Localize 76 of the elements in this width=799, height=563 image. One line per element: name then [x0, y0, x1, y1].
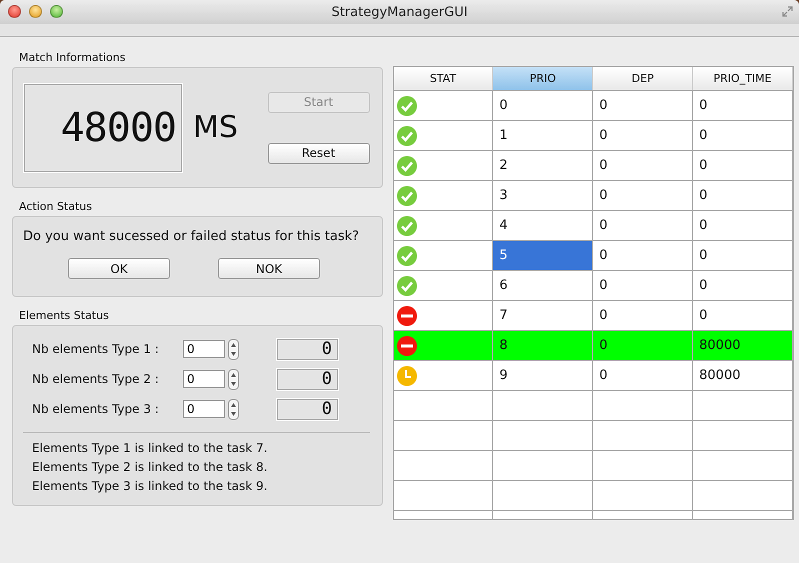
- info-text: Elements Type 3 is linked to the task 9.: [32, 478, 268, 495]
- clock-icon: [396, 364, 418, 386]
- table-row[interactable]: 9 0 80000: [394, 361, 793, 391]
- push-button[interactable]: OK: [68, 258, 170, 279]
- field-label: Nb elements Type 1 :: [32, 342, 160, 356]
- check-icon: [396, 184, 418, 206]
- table-cell: 0: [693, 271, 793, 301]
- check-icon: [396, 274, 418, 296]
- number-field[interactable]: 0: [183, 340, 225, 358]
- stop-icon: [396, 304, 418, 326]
- table-cell[interactable]: 2: [493, 151, 594, 181]
- table-cell: 0: [693, 211, 793, 241]
- table-cell: 0: [593, 361, 694, 391]
- table-row[interactable]: 0 0 0: [394, 91, 793, 121]
- group-title: Action Status: [18, 199, 93, 215]
- check-icon: [396, 244, 418, 266]
- stop-icon: [396, 334, 418, 356]
- lcd-display: 0: [276, 368, 339, 390]
- table-row[interactable]: 2 0 0: [394, 151, 793, 181]
- number-field[interactable]: 0: [183, 370, 225, 388]
- stepper-icon[interactable]: [228, 398, 239, 420]
- question-text: Do you want sucessed or failed status for this task?: [23, 229, 360, 244]
- table-cell: 0: [693, 181, 793, 211]
- table-cell[interactable]: 6: [493, 271, 594, 301]
- table-cell: 0: [593, 271, 694, 301]
- check-icon: [396, 124, 418, 146]
- stepper-icon[interactable]: [228, 368, 239, 390]
- group-title: Match Informations: [18, 50, 126, 66]
- info-text: Elements Type 1 is linked to the task 7.: [32, 440, 268, 457]
- close-button[interactable]: [8, 5, 21, 18]
- table-row[interactable]: 6 0 0: [394, 271, 793, 301]
- lcd-display: 0: [276, 398, 339, 420]
- lcd-display: 48000: [23, 82, 183, 172]
- push-button[interactable]: Reset: [268, 142, 370, 164]
- table-cell: 0: [693, 121, 793, 151]
- table-row[interactable]: 3 0 0: [394, 181, 793, 211]
- table-cell: 80000: [693, 331, 793, 361]
- table-row[interactable]: 5 0 0: [394, 241, 793, 271]
- table-cell: 0: [593, 331, 694, 361]
- table-cell[interactable]: 3: [493, 181, 594, 211]
- check-icon: [396, 154, 418, 176]
- table-cell[interactable]: 9: [493, 361, 594, 391]
- table-cell: 0: [693, 91, 793, 121]
- table-cell[interactable]: 1: [493, 121, 594, 151]
- zoom-button[interactable]: [50, 5, 63, 18]
- table-cell: 0: [693, 151, 793, 181]
- column-header[interactable]: DEP: [593, 67, 694, 90]
- table-cell: 0: [593, 151, 694, 181]
- check-icon: [396, 94, 418, 116]
- stepper-icon[interactable]: [228, 338, 239, 360]
- table-row[interactable]: 1 0 0: [394, 121, 793, 151]
- column-header[interactable]: PRIO_TIME: [693, 67, 793, 90]
- fullscreen-icon[interactable]: [782, 6, 793, 17]
- table-cell[interactable]: 8: [493, 331, 594, 361]
- lcd-display: 0: [276, 338, 339, 360]
- table-cell: 0: [693, 241, 793, 271]
- table-cell: 0: [593, 91, 694, 121]
- table-row[interactable]: 8 0 80000: [394, 331, 793, 361]
- unit-label: MS: [193, 110, 239, 145]
- table-cell[interactable]: 5: [493, 241, 594, 271]
- push-button[interactable]: NOK: [218, 258, 320, 279]
- table-cell: 0: [593, 241, 694, 271]
- check-icon: [396, 214, 418, 236]
- table-cell[interactable]: 0: [493, 91, 594, 121]
- field-label: Nb elements Type 2 :: [32, 372, 160, 386]
- minimize-button[interactable]: [29, 5, 42, 18]
- table-cell: 80000: [693, 361, 793, 391]
- table-cell: 0: [593, 181, 694, 211]
- column-header[interactable]: PRIO: [493, 67, 594, 90]
- number-field[interactable]: 0: [183, 400, 225, 418]
- info-text: Elements Type 2 is linked to the task 8.: [32, 459, 268, 476]
- table-cell: 0: [593, 211, 694, 241]
- window-title: StrategyManagerGUI: [331, 4, 468, 20]
- table-cell: 0: [593, 121, 694, 151]
- field-label: Nb elements Type 3 :: [32, 402, 160, 416]
- group-title: Elements Status: [18, 308, 110, 324]
